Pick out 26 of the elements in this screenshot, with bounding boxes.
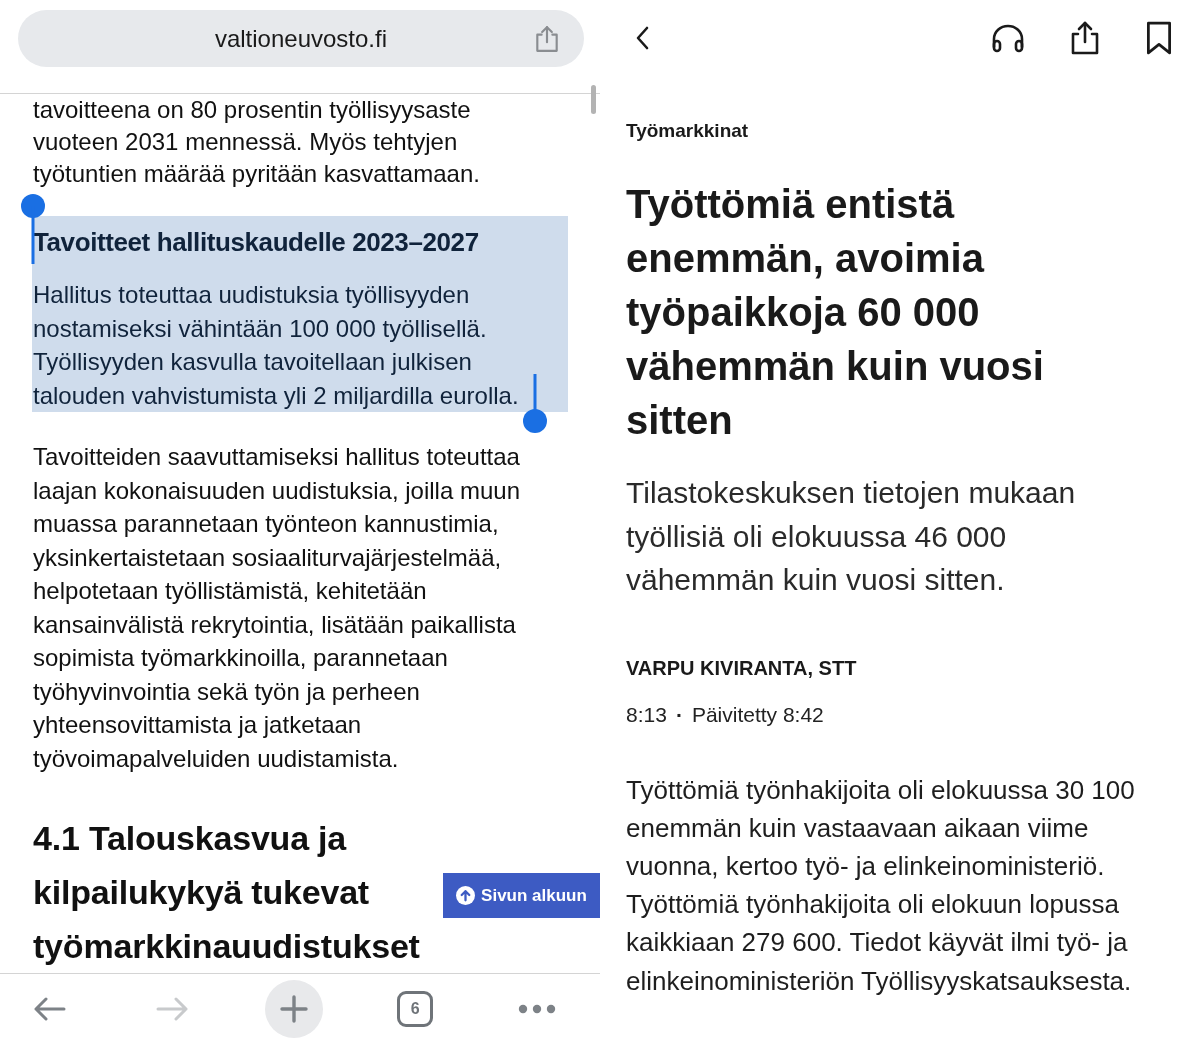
- paragraph: Tavoitteiden saavuttamiseksi hallitus toteuttaa laajan kokonaisuuden uudistuksia, joilla muun muassa parannetaan työnteon kannustimia, yksinkertaistetaan sosiaaliturvajärjestelmää, helpotetaan työllistämistä, kehitetään kansainvälistä rekrytointia, lisätään paikallista sopimista työmarkkinoilla, parannetaan työhyvinvointia sekä työn ja perheen yhteensovittamista ja jatketaan työvoimapalveluiden uudistamista.: [32, 442, 521, 774]
- paragraph: tavoitteena on 80 prosentin työllisyysaste vuoteen 2031 mennessä. Myös tehtyjen työtuntien määrää pyritään kasvattamaan.: [32, 95, 481, 189]
- back-to-top-button[interactable]: Sivun alkuun: [443, 873, 600, 918]
- back-arrow-icon[interactable]: [33, 995, 67, 1023]
- section-subheading: Tavoitteet hallituskaudelle 2023–2027: [32, 226, 480, 259]
- bookmark-icon[interactable]: [1145, 21, 1173, 55]
- article-paragraph: Työttömiä työnhakijoita oli elokuussa 30 100 enemmän kuin vastaavaan aikaan viime vuonna, kertoo työ- ja elinkeinoministeriö. Työttömiä työnhakijoita oli elokuun lopussa kaikkiaan 279 600. Tiedot käyvät ilmi työ- ja elinkeinoministeriön Työllisyyskatsauksesta.: [626, 773, 1136, 998]
- plus-icon: [279, 995, 308, 1023]
- category-label: Työmarkkinat: [626, 119, 749, 143]
- author-byline: VARPU KIVIRANTA, STT: [626, 655, 857, 681]
- article-lead: Tilastokeskuksen tietojen mukaan työllisiä oli elokuussa 46 000 vähemmän kuin vuosi sitten.: [626, 475, 1077, 598]
- arrow-up-circle-icon: [456, 886, 476, 905]
- scroll-indicator: [591, 85, 596, 114]
- article-headline: Työttömiä entistä enemmän, avoimia työpaikkoja 60 000 vähemmän kuin vuosi sitten: [626, 181, 1045, 444]
- tabs-button[interactable]: 6: [397, 991, 434, 1027]
- separator: ·: [675, 701, 683, 728]
- update-time: Päivitetty 8:42: [691, 701, 824, 728]
- publish-time: 8:13: [626, 701, 667, 728]
- more-icon[interactable]: [518, 1004, 556, 1014]
- paragraph: Hallitus toteuttaa uudistuksia työllisyyden nostamiseksi vähintään 100 000 työllisellä. Työllisyyden kasvulla tavoitellaan julkisen talouden vahvistumista yli 2 miljardilla eurolla.: [32, 280, 520, 411]
- url-text: valtioneuvosto.fi: [214, 24, 388, 53]
- button-label: Sivun alkuun: [481, 885, 587, 906]
- back-chevron-icon[interactable]: [636, 26, 650, 50]
- address-bar[interactable]: valtioneuvosto.fi: [18, 10, 584, 67]
- section-heading: 4.1 Talouskasvua ja kilpailukykyä tukevat työmarkkinauudistukset: [32, 818, 421, 967]
- selection-handle-icon[interactable]: [523, 374, 547, 433]
